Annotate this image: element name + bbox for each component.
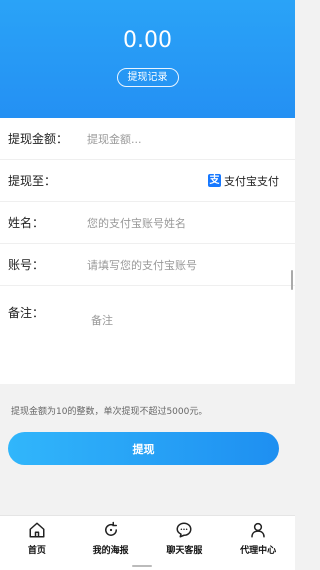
note-input[interactable]: 备注 <box>91 312 113 328</box>
amount-row: 提现金额： 提现金额... <box>0 118 295 160</box>
home-icon <box>29 522 45 538</box>
tab-my-poster[interactable]: 我的海报 <box>74 516 148 570</box>
account-input[interactable]: 请填写您的支付宝账号 <box>87 257 197 273</box>
withdraw-to-row[interactable]: 提现至： 支 支付宝支付 <box>0 160 295 202</box>
account-label: 账号： <box>8 258 45 272</box>
tab-agent-center-label: 代理中心 <box>240 546 277 556</box>
balance-header: 0.00 提现记录 <box>0 0 295 118</box>
withdraw-form: 提现金额： 提现金额... 提现至： 支 支付宝支付 姓名： 您的支付宝账号姓名… <box>0 118 295 384</box>
tab-chat-service-label: 聊天客服 <box>166 546 203 556</box>
account-row: 账号： 请填写您的支付宝账号 <box>0 244 295 286</box>
bottom-tabbar: 首页 我的海报 聊天客服 代理中心 <box>0 515 295 570</box>
chat-icon <box>176 522 192 538</box>
scrollbar[interactable] <box>291 270 293 290</box>
tab-my-poster-label: 我的海报 <box>92 546 129 556</box>
alipay-icon: 支 <box>208 174 221 187</box>
user-icon <box>251 522 265 538</box>
tab-home-label: 首页 <box>27 546 46 556</box>
amount-label: 提现金额： <box>8 132 69 146</box>
tab-agent-center[interactable]: 代理中心 <box>221 516 295 570</box>
alipay-label: 支付宝支付 <box>224 174 279 188</box>
name-row: 姓名： 您的支付宝账号姓名 <box>0 202 295 244</box>
alipay-option[interactable]: 支 支付宝支付 <box>208 173 279 189</box>
balance-amount: 0.00 <box>123 28 172 53</box>
home-indicator <box>132 565 152 567</box>
amount-input[interactable]: 提现金额... <box>87 131 142 147</box>
name-input[interactable]: 您的支付宝账号姓名 <box>87 215 186 231</box>
tab-home[interactable]: 首页 <box>0 516 74 570</box>
note-row: 备注： 备注 <box>0 286 295 382</box>
withdraw-button[interactable]: 提现 <box>8 432 279 465</box>
name-label: 姓名： <box>8 216 45 230</box>
withdraw-to-label: 提现至： <box>8 174 57 188</box>
tab-chat-service[interactable]: 聊天客服 <box>148 516 222 570</box>
withdraw-record-button[interactable]: 提现记录 <box>116 68 179 87</box>
refresh-icon <box>104 521 117 536</box>
withdraw-tip: 提现金额为10的整数，单次提现不超过5000元。 <box>11 407 208 417</box>
note-label: 备注： <box>8 306 45 320</box>
